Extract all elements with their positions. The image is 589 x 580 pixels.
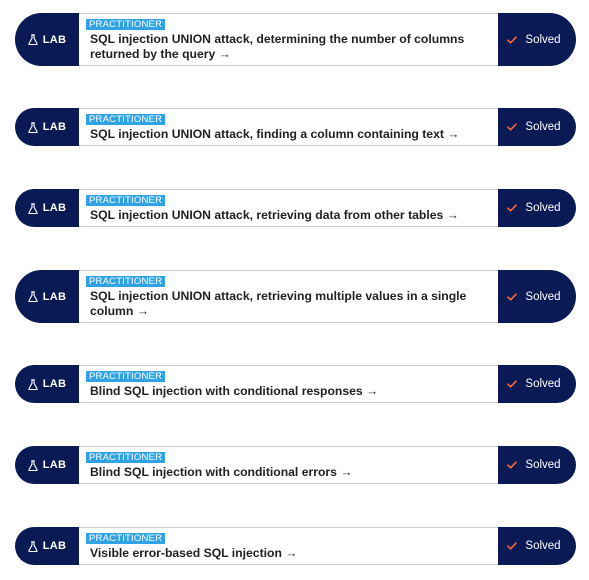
lab-body: PRACTITIONER Blind SQL injection with co… — [79, 446, 498, 484]
lab-body: PRACTITIONER SQL injection UNION attack,… — [79, 189, 498, 227]
lab-tag-label: LAB — [42, 459, 67, 471]
flask-icon — [28, 378, 38, 390]
lab-tag-label: LAB — [42, 121, 67, 133]
lab-tag-label: LAB — [42, 202, 67, 214]
flask-icon — [28, 540, 38, 552]
lab-title-link[interactable]: Blind SQL injection with conditional err… — [86, 465, 490, 480]
lab-status: Solved — [498, 527, 576, 565]
lab-body: PRACTITIONER SQL injection UNION attack,… — [79, 108, 498, 146]
flask-icon — [28, 291, 38, 302]
lab-status: Solved — [498, 446, 576, 484]
level-badge: PRACTITIONER — [86, 114, 166, 125]
lab-tag: LAB — [15, 13, 79, 66]
status-label: Solved — [525, 121, 561, 133]
lab-card[interactable]: LAB PRACTITIONER Visible error-based SQL… — [15, 527, 576, 565]
lab-title-link[interactable]: Blind SQL injection with conditional res… — [86, 384, 490, 399]
check-icon — [507, 35, 518, 44]
lab-body: PRACTITIONER SQL injection UNION attack,… — [79, 13, 498, 66]
check-icon — [507, 542, 518, 550]
level-badge: PRACTITIONER — [86, 371, 166, 382]
lab-card[interactable]: LAB PRACTITIONER Blind SQL injection wit… — [15, 446, 576, 484]
lab-tag: LAB — [15, 270, 79, 323]
lab-tag: LAB — [15, 527, 79, 565]
flask-icon — [28, 459, 38, 471]
lab-tag-label: LAB — [42, 540, 67, 552]
lab-title-link[interactable]: SQL injection UNION attack, finding a co… — [86, 127, 490, 142]
lab-tag: LAB — [15, 365, 79, 403]
status-label: Solved — [525, 202, 561, 214]
lab-status: Solved — [498, 270, 576, 323]
level-badge: PRACTITIONER — [86, 276, 166, 287]
status-label: Solved — [525, 540, 561, 552]
level-badge: PRACTITIONER — [86, 452, 166, 463]
level-badge: PRACTITIONER — [86, 533, 166, 544]
lab-tag-label: LAB — [42, 378, 67, 390]
lab-status: Solved — [498, 13, 576, 66]
lab-title-link[interactable]: SQL injection UNION attack, retrieving m… — [86, 289, 490, 319]
lab-status: Solved — [498, 365, 576, 403]
lab-card[interactable]: LAB PRACTITIONER Blind SQL injection wit… — [15, 365, 576, 403]
lab-tag: LAB — [15, 446, 79, 484]
lab-card[interactable]: LAB PRACTITIONER SQL injection UNION att… — [15, 108, 576, 146]
level-badge: PRACTITIONER — [86, 195, 166, 206]
lab-tag-label: LAB — [42, 290, 67, 303]
lab-status: Solved — [498, 108, 576, 146]
check-icon — [507, 461, 518, 469]
lab-tag-label: LAB — [42, 33, 67, 46]
lab-card[interactable]: LAB PRACTITIONER SQL injection UNION att… — [15, 189, 576, 227]
level-badge: PRACTITIONER — [86, 19, 166, 30]
check-icon — [507, 204, 518, 212]
status-label: Solved — [525, 378, 561, 390]
lab-title-link[interactable]: SQL injection UNION attack, determining … — [86, 32, 490, 62]
lab-tag: LAB — [15, 189, 79, 227]
flask-icon — [28, 202, 38, 214]
lab-title-link[interactable]: SQL injection UNION attack, retrieving d… — [86, 208, 490, 223]
lab-body: PRACTITIONER Visible error-based SQL inj… — [79, 527, 498, 565]
lab-card[interactable]: LAB PRACTITIONER SQL injection UNION att… — [15, 13, 576, 66]
status-label: Solved — [525, 459, 561, 471]
lab-status: Solved — [498, 189, 576, 227]
lab-title-link[interactable]: Visible error-based SQL injection → — [86, 546, 490, 561]
lab-list: LAB PRACTITIONER SQL injection UNION att… — [0, 0, 589, 580]
flask-icon — [28, 34, 38, 45]
lab-tag: LAB — [15, 108, 79, 146]
check-icon — [507, 380, 518, 388]
lab-card[interactable]: LAB PRACTITIONER SQL injection UNION att… — [15, 270, 576, 323]
status-label: Solved — [525, 290, 561, 303]
check-icon — [507, 123, 518, 131]
lab-body: PRACTITIONER SQL injection UNION attack,… — [79, 270, 498, 323]
status-label: Solved — [525, 33, 561, 46]
check-icon — [507, 292, 518, 301]
flask-icon — [28, 121, 38, 133]
lab-body: PRACTITIONER Blind SQL injection with co… — [79, 365, 498, 403]
